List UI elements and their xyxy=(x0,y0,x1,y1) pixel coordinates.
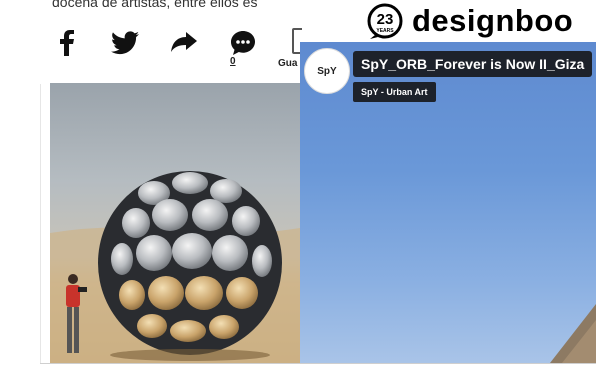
orb-sculpture-image xyxy=(50,171,300,363)
forward-arrow-icon xyxy=(171,32,197,52)
article-text: docena de artistas, entre ellos es xyxy=(52,0,258,10)
divider xyxy=(40,84,41,363)
anniversary-badge-icon: 23 YEARS xyxy=(367,3,403,39)
save-label: Gua xyxy=(278,58,298,69)
pyramid-image xyxy=(550,304,596,363)
facebook-share-button[interactable] xyxy=(50,26,84,60)
share-forward-button[interactable] xyxy=(167,26,201,60)
comment-count[interactable]: 0 xyxy=(230,56,236,67)
facebook-icon xyxy=(60,30,74,56)
designboom-logo[interactable]: 23 YEARS designboo xyxy=(366,2,596,40)
badge-text: YEARS xyxy=(376,28,394,34)
share-bar xyxy=(52,26,302,70)
orb-sculpture-photo[interactable] xyxy=(50,83,300,363)
pyramid-photo[interactable] xyxy=(300,42,596,363)
comments-button[interactable] xyxy=(226,26,260,60)
logo-wordmark: designboo xyxy=(412,3,574,38)
twitter-share-button[interactable] xyxy=(108,26,142,60)
divider xyxy=(40,363,596,364)
embed-subtitle[interactable]: SpY - Urban Art xyxy=(353,82,436,102)
comment-bubble-icon xyxy=(231,31,255,55)
badge-number: 23 xyxy=(377,11,394,28)
twitter-icon xyxy=(111,31,139,55)
artist-avatar[interactable]: SpY xyxy=(304,48,350,94)
save-button[interactable]: Gua xyxy=(278,28,302,72)
embed-title[interactable]: SpY_ORB_Forever is Now II_Giza xyxy=(353,51,593,77)
